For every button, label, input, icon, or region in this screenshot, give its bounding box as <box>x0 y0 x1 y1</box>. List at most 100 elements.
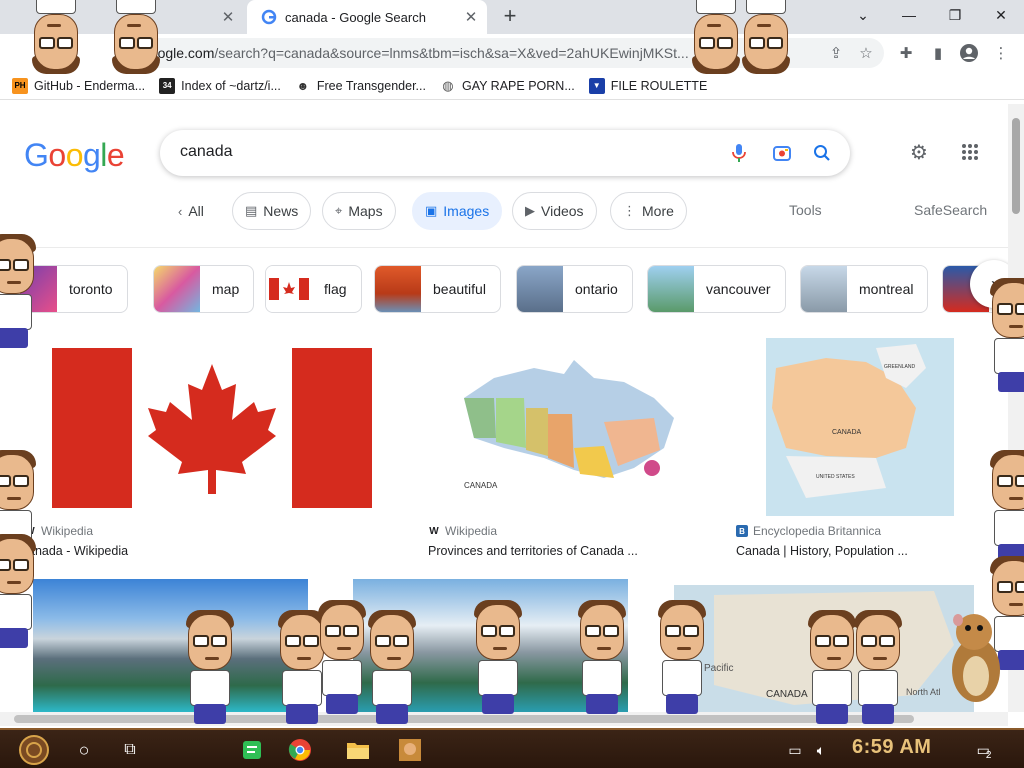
file-explorer-icon[interactable] <box>344 734 372 766</box>
search-icon[interactable] <box>811 142 833 164</box>
bookmarks-bar: PH GitHub - Enderma... 34 Index of ~dart… <box>0 72 1024 100</box>
close-tab-icon[interactable]: ✕ <box>218 7 238 27</box>
svg-text:UNITED STATES: UNITED STATES <box>816 474 855 480</box>
wikipedia-icon: W <box>429 525 439 537</box>
result-title[interactable]: anada - Wikipedia <box>28 544 128 558</box>
start-button[interactable] <box>10 734 58 766</box>
result-source[interactable]: B Encyclopedia Britannica <box>736 524 881 538</box>
svg-text:Pacific: Pacific <box>704 663 733 674</box>
mask-icon: ☻ <box>294 77 311 94</box>
play-icon: ▶ <box>525 203 535 218</box>
nav-more[interactable]: ⋮ More <box>610 192 687 230</box>
extensions-icon[interactable]: ✚ <box>895 42 917 64</box>
cartoon-character <box>988 278 1024 392</box>
related-chip[interactable]: vancouver <box>647 265 786 313</box>
cortana-circle-icon[interactable]: ○ <box>70 734 98 766</box>
related-chip[interactable]: ontario <box>516 265 633 313</box>
more-vert-icon: ⋮ <box>623 203 636 218</box>
chrome-icon[interactable] <box>286 734 314 766</box>
minimize-icon[interactable]: — <box>886 0 932 30</box>
chip-thumbnail <box>801 266 847 312</box>
chip-thumbnail <box>517 266 563 312</box>
network-icon[interactable]: ▭ <box>784 734 806 766</box>
bookmark-item[interactable]: 34 Index of ~dartz/i... <box>159 77 281 94</box>
related-chip[interactable]: montreal <box>800 265 929 313</box>
scroll-thumb[interactable] <box>1012 118 1020 214</box>
bookmark-star-icon[interactable]: ☆ <box>856 43 876 63</box>
cartoon-character <box>656 600 708 714</box>
camera-lens-icon[interactable] <box>771 142 793 164</box>
app-thumbnail-icon[interactable] <box>396 734 424 766</box>
cartoon-character <box>988 450 1024 564</box>
share-icon[interactable]: ⇪ <box>826 43 846 63</box>
tab-active[interactable]: canada - Google Search ✕ <box>247 0 487 34</box>
nav-maps[interactable]: ⌖ Maps <box>322 192 396 230</box>
cartoon-character <box>0 534 38 648</box>
window-close-icon[interactable]: ✕ <box>978 0 1024 30</box>
result-source[interactable]: W Wikipedia <box>428 524 497 538</box>
bookmark-item[interactable]: ▼ FILE ROULETTE <box>588 77 707 94</box>
result-title[interactable]: Provinces and territories of Canada ... <box>428 544 638 558</box>
taskbar: ○ ⧉ ▭ 🔈︎ 6:59 AM ▭ 2 <box>0 728 1024 768</box>
chip-thumbnail <box>648 266 694 312</box>
scroll-thumb[interactable] <box>14 715 914 723</box>
close-tab-icon[interactable]: ✕ <box>461 7 481 27</box>
apps-grid-icon[interactable] <box>958 140 982 164</box>
related-chip[interactable]: flag <box>265 265 362 313</box>
chip-thumbnail <box>266 266 312 312</box>
cartoon-character <box>806 610 858 724</box>
svg-text:CANADA: CANADA <box>464 481 498 490</box>
clock[interactable]: 6:59 AM <box>852 736 931 759</box>
bookmark-item[interactable]: ☻ Free Transgender... <box>294 77 426 94</box>
google-logo[interactable]: Google <box>24 137 125 174</box>
cartoon-character <box>316 600 368 714</box>
google-favicon-icon <box>261 9 277 25</box>
cartoon-character <box>30 0 82 74</box>
britannica-icon: B <box>736 525 748 537</box>
cartoon-character <box>184 610 236 724</box>
task-view-icon[interactable]: ⧉ <box>116 734 144 766</box>
safesearch-button[interactable]: SafeSearch <box>914 202 987 218</box>
svg-text:North Atl: North Atl <box>906 687 941 697</box>
tools-button[interactable]: Tools <box>789 202 822 218</box>
cartoon-character <box>690 0 742 74</box>
side-panel-icon[interactable]: ▮ <box>927 42 949 64</box>
search-query: canada <box>180 143 233 160</box>
result-image-lake[interactable] <box>33 579 308 712</box>
cartoon-character <box>0 234 38 348</box>
result-title[interactable]: Canada | History, Population ... <box>736 544 908 558</box>
svg-text:CANADA: CANADA <box>766 689 808 700</box>
related-chip[interactable]: map <box>153 265 255 313</box>
related-chip[interactable]: beautiful <box>374 265 501 313</box>
cartoon-character <box>852 610 904 724</box>
microphone-icon[interactable] <box>728 142 750 164</box>
nav-images[interactable]: ▣ Images <box>412 192 503 230</box>
svg-text:GREENLAND: GREENLAND <box>884 364 916 370</box>
result-image-britannica-map[interactable]: CANADA UNITED STATES GREENLAND <box>766 338 954 516</box>
notifications-icon[interactable]: ▭ 2 <box>970 734 998 766</box>
globe-icon: ◍ <box>439 77 456 94</box>
nav-all[interactable]: ‹ All <box>166 192 216 230</box>
search-nav: ‹ All ▤ News ⌖ Maps ▣ Images ▶ Videos ⋮ … <box>0 192 1024 232</box>
volume-muted-icon[interactable]: 🔈︎ <box>810 734 832 766</box>
browser-menu-icon[interactable]: ⋮ <box>990 42 1012 64</box>
new-tab-icon[interactable]: + <box>498 5 522 29</box>
notes-app-icon[interactable] <box>238 734 266 766</box>
svg-text:CANADA: CANADA <box>832 429 862 436</box>
tab-search-icon[interactable]: ⌄ <box>840 0 886 30</box>
settings-gear-icon[interactable]: ⚙ <box>907 140 931 164</box>
bookmark-item[interactable]: ◍ GAY RAPE PORN... <box>439 77 575 94</box>
nav-news[interactable]: ▤ News <box>232 192 312 230</box>
result-image-flag[interactable] <box>22 338 404 518</box>
nav-videos[interactable]: ▶ Videos <box>512 192 597 230</box>
restore-icon[interactable]: ❐ <box>932 0 978 30</box>
map-pin-icon: ⌖ <box>335 203 343 218</box>
profile-avatar-icon[interactable] <box>958 42 980 64</box>
result-image-political-map[interactable]: CANADA <box>424 338 712 518</box>
cartoon-character <box>740 0 792 74</box>
ph-icon: PH <box>12 77 28 94</box>
search-input[interactable]: canada <box>160 130 850 176</box>
bookmark-item[interactable]: PH GitHub - Enderma... <box>12 77 145 94</box>
divider <box>0 247 1010 248</box>
roulette-icon: ▼ <box>588 77 605 94</box>
